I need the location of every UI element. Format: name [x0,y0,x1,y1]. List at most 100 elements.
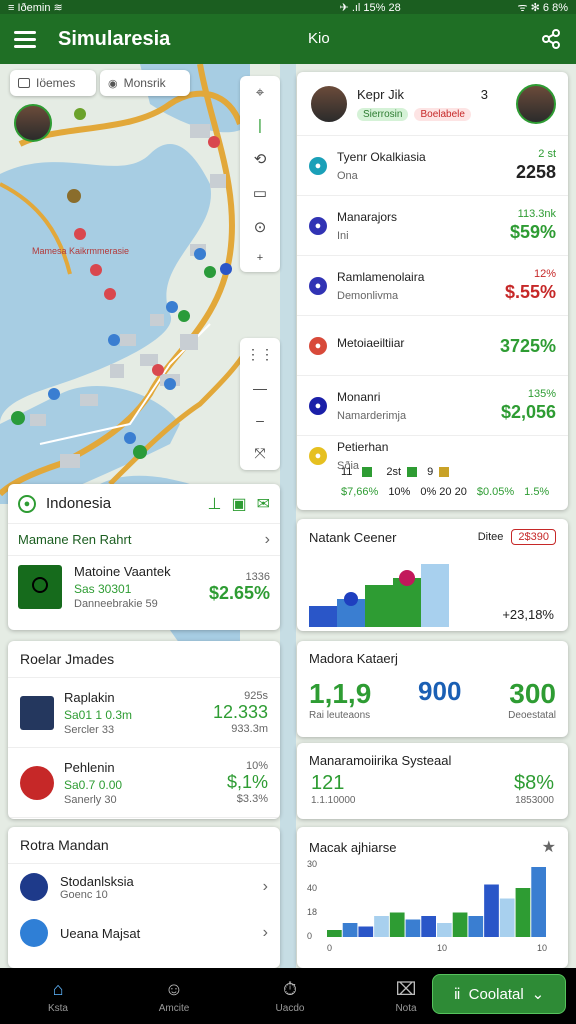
legend-item: 9 [427,466,434,478]
layer-tab[interactable]: Iöemes [10,70,96,96]
region-thumbnail [18,565,62,609]
bar-chart: 30 40 18 0 0 10 10 [307,859,547,953]
legend-value: 1.5% [524,486,550,498]
compass-icon[interactable]: ⊙ [254,218,267,236]
stat-list: ● Tyenr Okalkiasia Ona 2 st 2258 ● Manar… [297,136,568,476]
member-list: Stodanlsksia Goenc 10 › Ueana Majsat › [8,864,280,956]
menu-icon[interactable] [14,30,36,48]
bar-chart-title: Macak ajhiarse [309,839,397,855]
report-item[interactable]: Raplakin Sa01 1 0.3m Sercler 33 925s 12.… [8,678,280,748]
bar [468,916,484,937]
grid-icon[interactable]: ⋮⋮ [246,346,274,363]
nav-icon: ⌂ [52,978,64,999]
member-item[interactable]: Ueana Majsat › [8,910,280,956]
report-sub2: Sercler 33 [64,723,115,736]
trend-value: +23,18% [502,607,554,622]
indonesia-subheader[interactable]: Mamane Ren Rahrt › [8,524,280,556]
nav-item[interactable]: ☺ Amcite [116,979,232,1014]
trend-bar [421,564,449,627]
trend-title: Natank Ceener [309,529,397,545]
report-sub: Sa01 1 0.3m [64,707,133,722]
share-icon[interactable] [540,28,562,50]
report-sub2: Sanerly 30 [64,793,117,806]
layers-icon [18,78,30,88]
trend-card: Natank Ceener Ditee 2$390 +23,18% [297,519,568,631]
coolatal-button[interactable]: ⅱ Coolatal ⌄ [432,974,566,1014]
profile-tag-1: Sierrosin [357,107,409,121]
shield-icon: ● [18,494,36,513]
report-big: 12.333 [212,702,268,722]
report-top: 10% [245,760,268,772]
region-tab[interactable]: ◉ Monsrik [100,70,190,96]
kpi-value-3: 300 [509,678,556,709]
stat-title: Monanri [337,389,381,404]
indonesia-sub: Mamane Ren Rahrt [18,532,132,547]
layer-tab-label: Iöemes [36,76,76,90]
more-icon[interactable]: + [257,252,263,264]
kpi-title: Madora Kataerj [309,651,398,666]
zoom-out-icon[interactable]: — [253,380,267,396]
map-user-avatar[interactable] [14,104,52,142]
legend-value: $7,66% [341,486,379,498]
bar [358,926,374,937]
member-avatar [20,919,48,947]
status-center: ✈ .ıl 15% 28 [339,1,401,14]
app-title: Simularesia [58,27,171,50]
trend-badge: Ditee [477,531,504,543]
legend-item: 11 [341,466,353,478]
stat-value: 135% [527,388,556,400]
app-bar: Simularesia Kio [0,14,576,64]
stat-title: Petierhan [337,440,389,454]
stat-row[interactable]: ● Manarajors Ini 113.3nk $59% [297,196,568,256]
chart-icon[interactable]: ⊥ [208,494,222,514]
kpi-value-2: 900 [418,676,462,706]
status-left: ≡ Iðemin ≋ [8,1,63,14]
report-item[interactable]: Pehlenin Sa0.7 0.00 Sanerly 30 10% $,1% … [8,748,280,818]
stat-title: Metoiaeiltiiar [337,335,405,350]
stat-row[interactable]: ● Metoiaeiltiiar 3725% [297,316,568,376]
fullscreen-icon[interactable]: ⤧ [254,445,265,462]
bar [327,930,342,937]
profile-name: Kepr Jik [357,86,404,102]
rectangle-icon[interactable]: ▭ [253,184,267,202]
legend-value: $0.05% [476,486,515,498]
indonesia-header: ● Indonesia ⊥ ▣ ✉ [8,484,280,524]
locate-icon[interactable]: ⌖ [256,84,264,101]
item-sub2: Danneebrakie 59 [74,598,158,610]
indonesia-item[interactable]: Matoine Vaantek Sas 30301 Danneebrakie 5… [8,556,280,618]
report-avatar [20,765,54,800]
stat-row[interactable]: ● Tyenr Okalkiasia Ona 2 st 2258 [297,136,568,196]
chevron-right-icon: › [262,878,268,895]
system-value-1: 121 [311,772,345,794]
stat-icon: ● [309,336,327,355]
legend-value: 10% [388,486,411,498]
stat-legend: 11 2st 9 [341,466,450,478]
zoom-tools: ⋮⋮ — – ⤧ [240,338,280,470]
stat-row[interactable]: ● Monanri Namarderimja 135% $2,056 [297,376,568,436]
nav-label: Uacdo [275,1002,305,1014]
document-icon[interactable]: ▣ [231,494,246,514]
report-name: Raplakin [64,689,115,705]
ruler-icon[interactable]: | [258,117,262,134]
profile-avatar-2[interactable] [516,83,556,124]
bar [531,867,546,937]
member-item[interactable]: Stodanlsksia Goenc 10 › [8,864,280,910]
bar [374,916,389,937]
bar [437,923,452,937]
stat-icon: ● [309,216,327,235]
bar [515,888,531,937]
stat-row[interactable]: ● Ramlamenolaira Demonlivma 12% $.55% [297,256,568,316]
nav-item[interactable]: ⌂ Ksta [0,979,116,1014]
profile-avatar[interactable] [309,83,349,124]
rotate-icon[interactable]: ⟲ [254,150,267,168]
stat-sub: Ini [337,229,349,242]
nav-item[interactable]: ⏱ Uacdo [232,979,348,1014]
nav-icon: ☺ [164,978,184,999]
kpi-value-1-sub: Rai leuteaons [309,710,371,721]
mail-icon[interactable]: ✉ [257,494,270,514]
indonesia-card: ● Indonesia ⊥ ▣ ✉ Mamane Ren Rahrt › Mat… [8,484,280,630]
kpi-card: Madora Kataerj 1,1,9 Rai leuteaons 900 3… [297,641,568,737]
item-sub: Sas 30301 [74,582,132,596]
stat-sub: Namarderimja [337,409,407,422]
star-icon[interactable]: ★ [542,837,556,857]
